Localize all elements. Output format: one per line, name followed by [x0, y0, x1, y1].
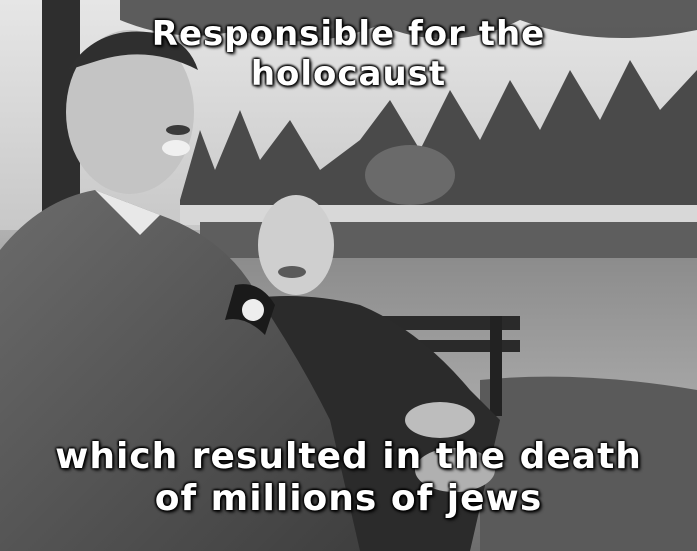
- bottom-caption-line-2: of millions of jews: [154, 478, 543, 520]
- top-caption-line-1: Responsible for the: [151, 14, 546, 54]
- bottom-caption: which resulted in the death of millions …: [0, 436, 697, 521]
- bottom-caption-line-1: which resulted in the death: [55, 436, 642, 477]
- top-caption: Responsible for the holocaust: [0, 14, 697, 94]
- top-caption-line-2: holocaust: [250, 54, 447, 95]
- meme-image: Responsible for the holocaust which resu…: [0, 0, 697, 551]
